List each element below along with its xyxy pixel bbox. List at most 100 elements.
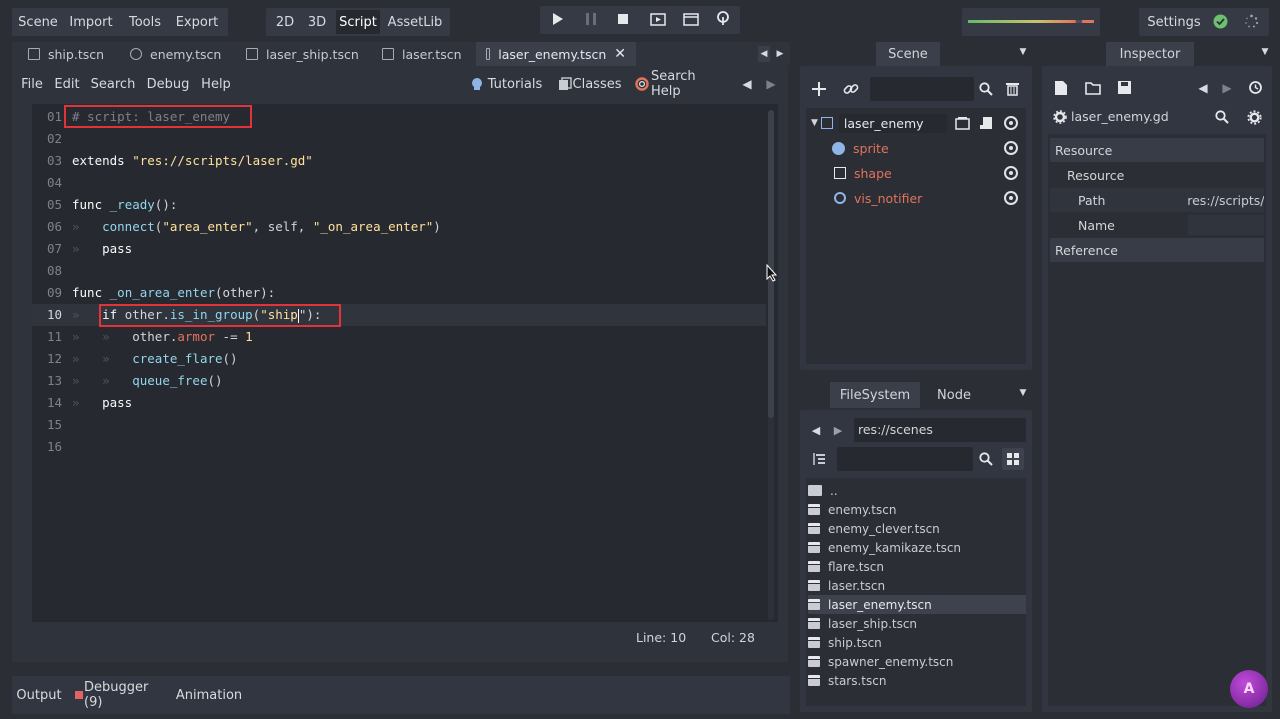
keyword: func: [72, 197, 103, 212]
tabs-scroll-right-icon[interactable]: ▶: [774, 46, 786, 62]
link-icon[interactable]: [843, 81, 859, 97]
add-node-icon[interactable]: [811, 81, 827, 97]
file-item[interactable]: ship.tscn: [808, 633, 1026, 652]
search-icon[interactable]: [1215, 110, 1229, 124]
open-folder-icon[interactable]: [1085, 81, 1101, 95]
new-resource-icon[interactable]: [1054, 80, 1068, 96]
classes-button[interactable]: Classes: [573, 74, 622, 94]
trash-icon[interactable]: [1005, 81, 1020, 96]
file-name: enemy.tscn: [828, 502, 897, 517]
pause-icon[interactable]: [584, 12, 598, 26]
filesystem-tab[interactable]: FileSystem: [830, 382, 920, 408]
scene-tab[interactable]: ship.tscn: [18, 42, 114, 66]
menu-tools[interactable]: Tools: [122, 10, 168, 34]
debugger-tab[interactable]: Debugger (9): [84, 680, 166, 710]
scene-tab-active[interactable]: laser_enemy.tscn ✕: [476, 42, 636, 66]
file-item[interactable]: laser.tscn: [808, 576, 1026, 595]
scene-tab[interactable]: laser_ship.tscn: [236, 42, 369, 66]
play-custom-scene-icon[interactable]: [683, 11, 699, 27]
visibility-eye-icon[interactable]: [1004, 141, 1018, 155]
script-menu-file[interactable]: File: [18, 74, 46, 94]
fs-search-input[interactable]: [837, 447, 973, 471]
tab-marker: »: [72, 351, 80, 366]
play-scene-icon[interactable]: [650, 11, 666, 27]
file-name: flare.tscn: [828, 559, 884, 574]
collapse-arrow-icon[interactable]: ▼: [811, 118, 818, 128]
inspector-section-header[interactable]: Resource: [1050, 138, 1264, 162]
scene-file-icon: [808, 542, 820, 553]
tree-toggle-icon[interactable]: [812, 452, 826, 466]
file-item[interactable]: stars.tscn: [808, 671, 1026, 690]
signal-icon[interactable]: [980, 116, 994, 131]
mode-assetlib[interactable]: AssetLib: [384, 10, 446, 34]
play-icon[interactable]: [551, 12, 565, 26]
property-row-name[interactable]: Name: [1050, 213, 1264, 237]
search-icon[interactable]: [979, 82, 993, 96]
property-value[interactable]: res://scripts/: [1187, 193, 1264, 208]
object-settings-icon[interactable]: [1247, 110, 1262, 125]
search-help-button[interactable]: Search Help: [651, 69, 723, 99]
script-menu-help[interactable]: Help: [200, 74, 232, 94]
menu-scene[interactable]: Scene: [14, 10, 62, 34]
search-icon[interactable]: [979, 452, 993, 466]
visibility-eye-icon[interactable]: [1004, 166, 1018, 180]
file-item[interactable]: enemy.tscn: [808, 500, 1026, 519]
script-menu-search[interactable]: Search: [90, 74, 136, 94]
fs-forward-icon[interactable]: ▶: [832, 422, 844, 438]
node-tab[interactable]: Node: [924, 382, 984, 408]
scene-dock-tab[interactable]: Scene: [876, 42, 940, 66]
visibility-eye-icon[interactable]: [1004, 191, 1018, 205]
file-item[interactable]: spawner_enemy.tscn: [808, 652, 1026, 671]
scene-tab[interactable]: laser.tscn: [372, 42, 472, 66]
script-menu-edit[interactable]: Edit: [54, 74, 80, 94]
line-number: 16: [47, 439, 63, 454]
file-item[interactable]: enemy_clever.tscn: [808, 519, 1026, 538]
remote-debug-icon[interactable]: [715, 10, 731, 26]
animation-tab[interactable]: Animation: [176, 685, 242, 705]
inspector-tab[interactable]: Inspector: [1106, 42, 1194, 66]
string: "area_enter": [162, 219, 253, 234]
tree-node[interactable]: sprite: [832, 137, 889, 159]
script-forward-icon[interactable]: ▶: [764, 76, 778, 92]
file-item[interactable]: laser_ship.tscn: [808, 614, 1026, 633]
tree-node[interactable]: vis_notifier: [834, 187, 922, 209]
scene-tab[interactable]: enemy.tscn: [120, 42, 231, 66]
visibility-eye-icon[interactable]: [1004, 116, 1018, 130]
inspector-subsection[interactable]: Resource: [1050, 163, 1264, 187]
mode-script[interactable]: Script: [336, 10, 380, 34]
dock-menu-icon[interactable]: ▼: [1016, 45, 1030, 59]
script-menu-debug[interactable]: Debug: [146, 74, 190, 94]
tabs-scroll-left-icon[interactable]: ◀: [758, 46, 770, 62]
tree-node[interactable]: shape: [834, 162, 892, 184]
output-tab[interactable]: Output: [16, 685, 62, 705]
symbol: ): [433, 219, 441, 234]
file-item[interactable]: flare.tscn: [808, 557, 1026, 576]
mode-2d[interactable]: 2D: [270, 10, 300, 34]
file-item-selected[interactable]: laser_enemy.tscn: [808, 595, 1026, 614]
history-icon[interactable]: [1248, 80, 1263, 95]
script-back-icon[interactable]: ◀: [740, 76, 754, 92]
history-forward-icon[interactable]: ▶: [1220, 80, 1234, 96]
mode-3d[interactable]: 3D: [302, 10, 332, 34]
script-icon[interactable]: [955, 116, 970, 131]
inspector-section-header[interactable]: Reference: [1050, 238, 1264, 262]
scene-filter-input[interactable]: [870, 77, 974, 101]
history-back-icon[interactable]: ◀: [1196, 80, 1210, 96]
close-tab-icon[interactable]: ✕: [614, 46, 626, 62]
dock-menu-icon[interactable]: ▼: [1258, 45, 1272, 59]
fs-back-icon[interactable]: ◀: [810, 422, 822, 438]
file-item[interactable]: enemy_kamikaze.tscn: [808, 538, 1026, 557]
tutorials-button[interactable]: Tutorials: [486, 74, 544, 94]
save-icon[interactable]: [1117, 80, 1132, 95]
scene-tab-label: laser_enemy.tscn: [498, 46, 607, 62]
property-row-path[interactable]: Path res://scripts/: [1050, 188, 1264, 212]
fs-path-field[interactable]: res://scenes: [854, 418, 1026, 442]
dock-menu-icon[interactable]: ▼: [1016, 386, 1030, 400]
file-item-parent[interactable]: ..: [808, 481, 1026, 500]
stop-icon[interactable]: [616, 12, 630, 26]
menu-import[interactable]: Import: [64, 10, 118, 34]
property-value[interactable]: [1188, 215, 1264, 235]
settings-button[interactable]: Settings: [1144, 10, 1204, 34]
line-number: 10: [47, 307, 63, 322]
menu-export[interactable]: Export: [172, 10, 222, 34]
